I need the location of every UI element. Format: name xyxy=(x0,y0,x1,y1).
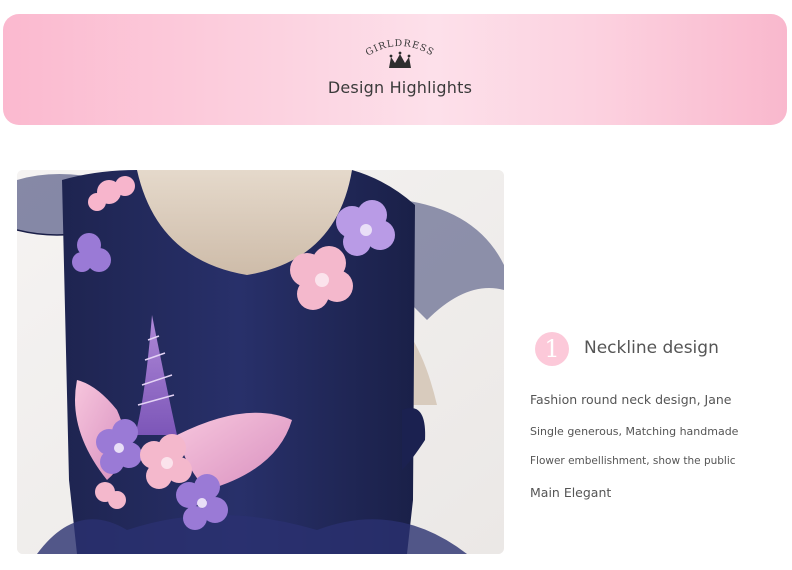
dress-photo xyxy=(17,170,504,554)
section-title: Design Highlights xyxy=(327,78,473,97)
feature-description-line: Flower embellishment, show the public xyxy=(530,455,736,467)
feature-number-badge: 1 xyxy=(535,332,569,366)
product-detail-page: GIRLDRESS Design Highlights 1 Neckline d… xyxy=(0,0,792,570)
brand-logo: GIRLDRESS xyxy=(362,34,438,74)
feature-description-line: Main Elegant xyxy=(530,485,612,500)
feature-description-line: Single generous, Matching handmade xyxy=(530,425,739,438)
feature-title: Neckline design xyxy=(584,338,719,358)
crown-icon: GIRLDRESS xyxy=(364,38,435,68)
feature-description-line: Fashion round neck design, Jane xyxy=(530,392,732,407)
